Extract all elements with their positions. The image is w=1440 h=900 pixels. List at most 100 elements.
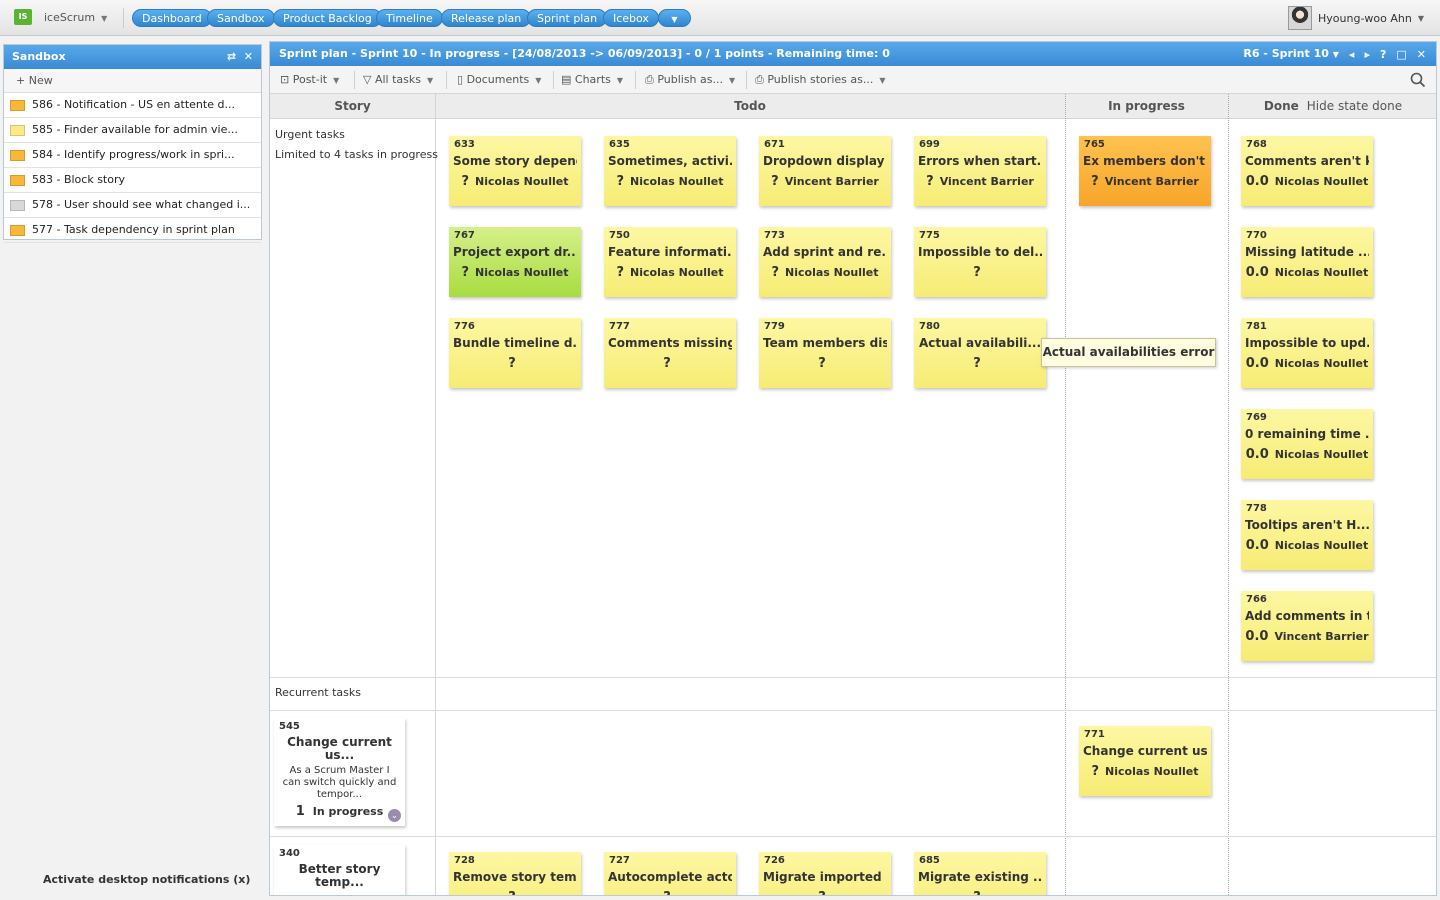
nav-sandbox[interactable]: Sandbox <box>207 9 275 27</box>
hide-state-done-link[interactable]: Hide state done <box>1307 99 1402 113</box>
filter-label: All tasks <box>374 73 421 86</box>
publish-stories-menu[interactable]: ⎙ Publish stories as... ▼ <box>755 66 885 94</box>
task-card[interactable]: 768 Comments aren't k... 0.0 Nicolas Noulle… <box>1241 136 1373 206</box>
task-title: Team members disa... <box>763 336 887 350</box>
sandbox-story-item[interactable]: 577 - Task dependency in sprint plan <box>4 218 261 243</box>
task-card[interactable]: 770 Missing latitude ... 0.0 Nicolas Noulle… <box>1241 227 1373 297</box>
task-title: Change current us... <box>1083 744 1207 758</box>
sandbox-story-item[interactable]: 584 - Identify progress/work in spri... <box>4 143 261 168</box>
task-card[interactable]: 685 Migrate existing ...? <box>914 852 1046 895</box>
task-title: Actual availabili... <box>918 336 1041 350</box>
column-headers: Story Todo In progress Done Hide state do… <box>270 94 1436 119</box>
previous-sprint-icon[interactable]: ◂ <box>1349 43 1355 67</box>
chevron-down-icon: ▼ <box>1417 13 1424 23</box>
task-card[interactable]: 728 Remove story temp...? <box>449 852 581 895</box>
sprint-selector[interactable]: R6 - Sprint 10 ▼ <box>1243 42 1339 67</box>
nav-sprint-plan[interactable]: Sprint plan <box>527 9 608 27</box>
task-card[interactable]: 767 Project export dr...? Nicolas Noullet <box>449 227 581 297</box>
widget-title: Sandbox <box>12 50 66 63</box>
nav-product-backlog[interactable]: Product Backlog <box>273 9 382 27</box>
help-icon[interactable]: ? <box>1380 43 1386 67</box>
task-meta: ? <box>763 356 887 371</box>
task-card[interactable]: 633 Some story depend...? Nicolas Noullet <box>449 136 581 206</box>
project-selector[interactable]: iceScrum ▼ <box>44 11 107 24</box>
task-card[interactable]: 776 Bundle timeline d...? <box>449 318 581 388</box>
new-story-button[interactable]: + New <box>4 69 261 93</box>
sandbox-story-label: 584 - Identify progress/work in spri... <box>32 148 235 161</box>
task-card[interactable]: 769 0 remaining time ... 0.0 Nicolas Noulle… <box>1241 409 1373 479</box>
top-bar: IS iceScrum ▼ Dashboard Sandbox Product B… <box>0 0 1440 36</box>
task-card[interactable]: 780 Actual availabili...? <box>914 318 1046 388</box>
chevron-down-icon: ▼ <box>879 76 886 85</box>
story-card[interactable]: 545 Change current us... As a Scrum Mast… <box>274 718 405 826</box>
task-meta: ? Nicolas Noullet <box>1083 764 1207 779</box>
done-label: Done <box>1263 99 1299 113</box>
publish-menu[interactable]: ⎙ Publish as... ▼ <box>645 66 735 94</box>
task-card[interactable]: 750 Feature informati...? Nicolas Noullet <box>604 227 736 297</box>
lane-divider <box>270 836 1436 837</box>
task-card[interactable]: 635 Sometimes, activi...? Nicolas Noullet <box>604 136 736 206</box>
task-card[interactable]: 773 Add sprint and re...? Nicolas Noullet <box>759 227 891 297</box>
task-card[interactable]: 699 Errors when start...? Vincent Barrier <box>914 136 1046 206</box>
close-icon[interactable]: ✕ <box>244 50 253 63</box>
maximize-icon[interactable]: □ <box>1396 43 1406 67</box>
task-owner: Nicolas Noullet <box>1274 266 1369 279</box>
task-estimate: ? <box>973 265 981 280</box>
sandbox-widget: Sandbox ⇄ ✕ + New 586 - Notification - U… <box>3 44 262 243</box>
divider <box>635 71 636 89</box>
story-color-swatch <box>10 99 25 111</box>
postit-menu[interactable]: ⊡ Post-it ▼ <box>280 66 339 94</box>
documents-label: Documents <box>466 73 530 86</box>
task-card[interactable]: 766 Add comments in t... 0.0 Vincent Barrie… <box>1241 591 1373 661</box>
task-card[interactable]: 779 Team members disa...? <box>759 318 891 388</box>
postit-icon: ⊡ <box>280 73 290 86</box>
filter-tasks-menu[interactable]: ▽ All tasks ▼ <box>363 66 433 94</box>
nav-dashboard[interactable]: Dashboard <box>132 9 212 27</box>
task-card[interactable]: 765 Ex members don't ...? Vincent Barrier <box>1079 136 1211 206</box>
documents-menu[interactable]: ▯ Documents ▼ <box>457 66 541 94</box>
nav-more-button[interactable]: ▼ <box>658 9 691 27</box>
task-meta: ? Vincent Barrier <box>918 174 1042 189</box>
task-meta: ? Nicolas Noullet <box>608 265 732 280</box>
task-card[interactable]: 671 Dropdown display ...? Vincent Barrier <box>759 136 891 206</box>
task-card[interactable]: 727 Autocomplete acto...? <box>604 852 736 895</box>
task-meta: 0.0 Nicolas Noullet <box>1245 174 1369 189</box>
chevron-down-icon: ▼ <box>535 76 542 85</box>
task-card[interactable]: 726 Migrate imported ...? <box>759 852 891 895</box>
sandbox-story-item[interactable]: 585 - Finder available for admin vie... <box>4 118 261 143</box>
chevron-down-icon[interactable]: ⌄ <box>388 809 401 822</box>
task-id: 635 <box>609 139 630 150</box>
task-card[interactable]: 778 Tooltips aren't H... 0.0 Nicolas Noulle… <box>1241 500 1373 570</box>
task-card[interactable]: 771 Change current us...? Nicolas Noullet <box>1079 726 1211 796</box>
user-menu[interactable]: Hyoung-woo Ahn ▼ <box>1288 6 1424 30</box>
task-owner: Vincent Barrier <box>1274 630 1369 643</box>
desktop-notifications-link[interactable]: Activate desktop notifications (x) <box>43 873 250 886</box>
task-estimate: 0.0 <box>1245 447 1269 462</box>
task-card[interactable]: 775 Impossible to del...? <box>914 227 1046 297</box>
sandbox-story-item[interactable]: 586 - Notification - US en attente d... <box>4 93 261 118</box>
sprint-plan-panel: Sprint plan - Sprint 10 - In progress - … <box>269 41 1437 896</box>
nav-release-plan[interactable]: Release plan <box>441 9 532 27</box>
chart-icon: ▤ <box>561 73 572 86</box>
task-estimate: ? <box>771 174 779 189</box>
next-sprint-icon[interactable]: ▸ <box>1364 43 1370 67</box>
close-icon[interactable]: ✕ <box>1417 43 1426 67</box>
swap-icon[interactable]: ⇄ <box>227 50 236 63</box>
nav-timeline[interactable]: Timeline <box>376 9 443 27</box>
divider <box>1228 94 1229 895</box>
search-icon[interactable] <box>1410 72 1426 88</box>
charts-menu[interactable]: ▤ Charts ▼ <box>561 66 623 94</box>
task-card[interactable]: 781 Impossible to upd... 0.0 Nicolas Noulle… <box>1241 318 1373 388</box>
task-estimate: 0.0 <box>1245 629 1269 644</box>
task-estimate: ? <box>1091 764 1100 779</box>
task-meta: ? <box>918 265 1042 280</box>
sandbox-story-item[interactable]: 578 - User should see what changed i... <box>4 193 261 218</box>
story-card[interactable]: 340 Better story temp... <box>274 845 405 895</box>
app-logo[interactable]: IS <box>14 9 32 25</box>
nav-icebox[interactable]: Icebox <box>603 9 659 27</box>
task-id: 699 <box>919 139 940 150</box>
task-title: Sometimes, activi... <box>608 154 732 168</box>
task-estimate: ? <box>616 174 625 189</box>
task-card[interactable]: 777 Comments missing ...? <box>604 318 736 388</box>
sandbox-story-item[interactable]: 583 - Block story <box>4 168 261 193</box>
